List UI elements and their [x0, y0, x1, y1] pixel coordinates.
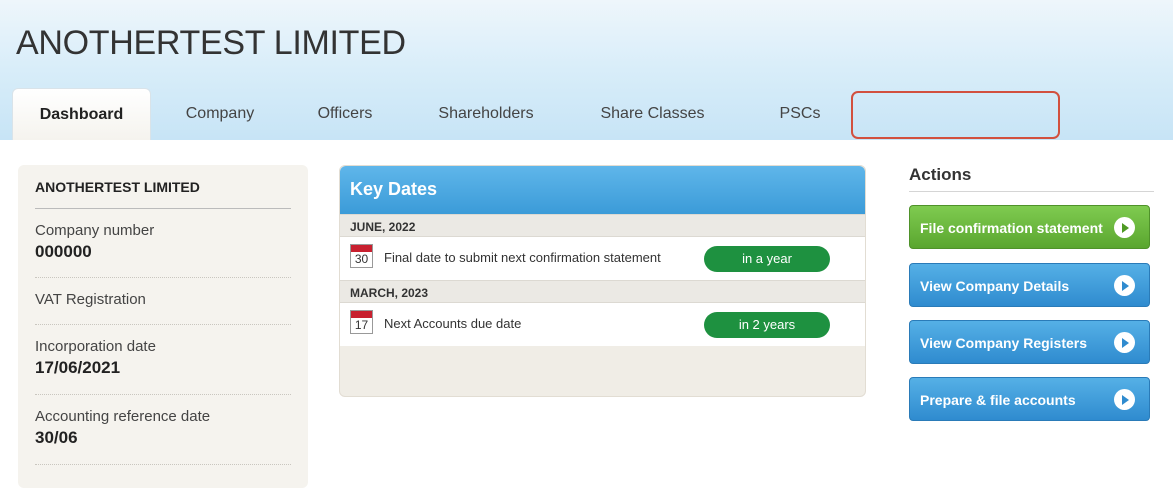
summary-label: Company number	[35, 222, 155, 239]
main-tabs: Dashboard Company Officers Shareholders …	[0, 88, 1173, 140]
actions-title: Actions	[909, 165, 1154, 192]
arrow-right-icon	[1114, 217, 1135, 238]
calendar-icon: 30	[350, 244, 373, 268]
summary-label: VAT Registration	[35, 291, 146, 308]
key-dates-title: Key Dates	[340, 166, 865, 214]
view-company-details-button[interactable]: View Company Details	[909, 263, 1150, 307]
actions-panel: Actions File confirmation statement View…	[909, 165, 1154, 421]
tab-pscs[interactable]: PSCs	[760, 88, 840, 140]
tab-dashboard[interactable]: Dashboard	[12, 88, 151, 140]
company-summary-panel: ANOTHERTEST LIMITED Company number 00000…	[18, 165, 308, 488]
view-company-registers-button[interactable]: View Company Registers	[909, 320, 1150, 364]
summary-row-incorporation-date: Incorporation date 17/06/2021	[35, 325, 291, 395]
arrow-right-icon	[1114, 275, 1135, 296]
button-label: Prepare & file accounts	[920, 392, 1076, 408]
calendar-icon: 17	[350, 310, 373, 334]
summary-value: 30/06	[35, 428, 78, 447]
calendar-day: 30	[354, 252, 369, 266]
summary-label: Incorporation date	[35, 338, 156, 355]
dashboard-content: ANOTHERTEST LIMITED Company number 00000…	[0, 140, 1173, 490]
due-badge: in 2 years	[704, 312, 830, 338]
key-date-description: Next Accounts due date	[384, 316, 522, 331]
summary-value: 17/06/2021	[35, 358, 121, 377]
tab-company[interactable]: Company	[170, 88, 270, 140]
summary-value: 000000	[35, 242, 92, 261]
arrow-right-icon	[1114, 332, 1135, 353]
tab-officers[interactable]: Officers	[300, 88, 390, 140]
summary-title: ANOTHERTEST LIMITED	[35, 165, 291, 209]
summary-row-accounting-reference-date: Accounting reference date 30/06	[35, 395, 291, 465]
button-label: File confirmation statement	[920, 220, 1103, 236]
due-badge: in a year	[704, 246, 830, 272]
page-title: ANOTHERTEST LIMITED	[16, 24, 406, 62]
button-label: View Company Details	[920, 278, 1070, 294]
key-date-item[interactable]: 17 Next Accounts due date in 2 years	[340, 303, 865, 346]
prepare-file-accounts-button[interactable]: Prepare & file accounts	[909, 377, 1150, 421]
page-header: ANOTHERTEST LIMITED Dashboard Company Of…	[0, 0, 1173, 140]
summary-label: Accounting reference date	[35, 408, 211, 425]
button-label: View Company Registers	[920, 335, 1088, 351]
summary-row-vat: VAT Registration	[35, 278, 291, 325]
file-confirmation-statement-button[interactable]: File confirmation statement	[909, 205, 1150, 249]
tab-shareholders[interactable]: Shareholders	[420, 88, 552, 140]
month-header: MARCH, 2023	[340, 280, 865, 303]
highlighted-empty-tab[interactable]	[851, 91, 1060, 139]
arrow-right-icon	[1114, 389, 1135, 410]
key-dates-panel: Key Dates JUNE, 2022 30 Final date to su…	[339, 165, 866, 397]
tab-share-classes[interactable]: Share Classes	[580, 88, 725, 140]
summary-row-company-number: Company number 000000	[35, 209, 291, 278]
key-date-description: Final date to submit next confirmation s…	[384, 250, 661, 265]
key-date-item[interactable]: 30 Final date to submit next confirmatio…	[340, 237, 865, 280]
calendar-day: 17	[354, 318, 369, 332]
month-header: JUNE, 2022	[340, 214, 865, 237]
